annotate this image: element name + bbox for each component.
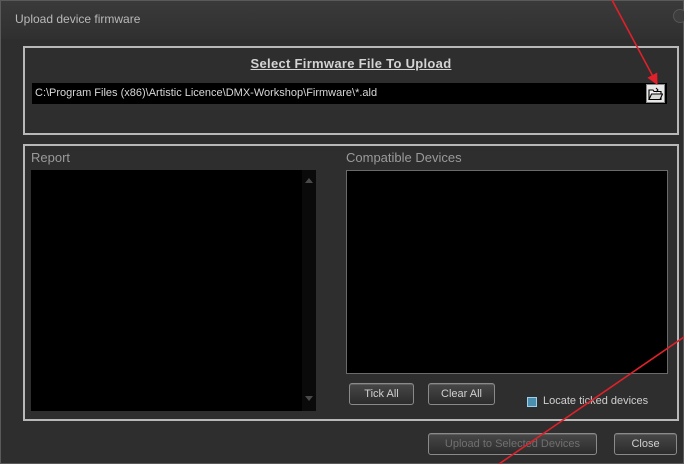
firmware-upload-dialog: Upload device firmware Select Firmware F… <box>0 0 684 464</box>
folder-browse-icon <box>648 87 663 100</box>
tick-all-button[interactable]: Tick All <box>349 383 414 405</box>
clear-all-button[interactable]: Clear All <box>428 383 495 405</box>
firmware-select-panel: Select Firmware File To Upload C:\Progra… <box>23 46 679 135</box>
report-log[interactable] <box>31 170 316 411</box>
compatible-devices-label: Compatible Devices <box>346 150 462 165</box>
window-title: Upload device firmware <box>15 12 141 26</box>
locate-ticked-checkbox[interactable] <box>527 397 537 407</box>
upload-selected-button[interactable]: Upload to Selected Devices <box>428 433 597 455</box>
browse-button[interactable] <box>646 84 665 103</box>
report-devices-panel: Report Compatible Devices Tick All Clear… <box>23 144 679 421</box>
firmware-section-title: Select Firmware File To Upload <box>250 56 452 71</box>
compatible-devices-list[interactable] <box>346 170 668 374</box>
title-bar: Upload device firmware <box>1 1 684 39</box>
locate-ticked-label: Locate ticked devices <box>543 395 649 407</box>
report-scrollbar[interactable] <box>302 170 316 411</box>
report-label: Report <box>31 150 71 165</box>
firmware-path-field[interactable]: C:\Program Files (x86)\Artistic Licence\… <box>32 83 667 104</box>
close-button[interactable]: Close <box>614 433 677 455</box>
scroll-up-icon[interactable] <box>305 178 313 183</box>
scroll-down-icon[interactable] <box>305 396 313 401</box>
window-control-icon[interactable] <box>673 9 684 23</box>
